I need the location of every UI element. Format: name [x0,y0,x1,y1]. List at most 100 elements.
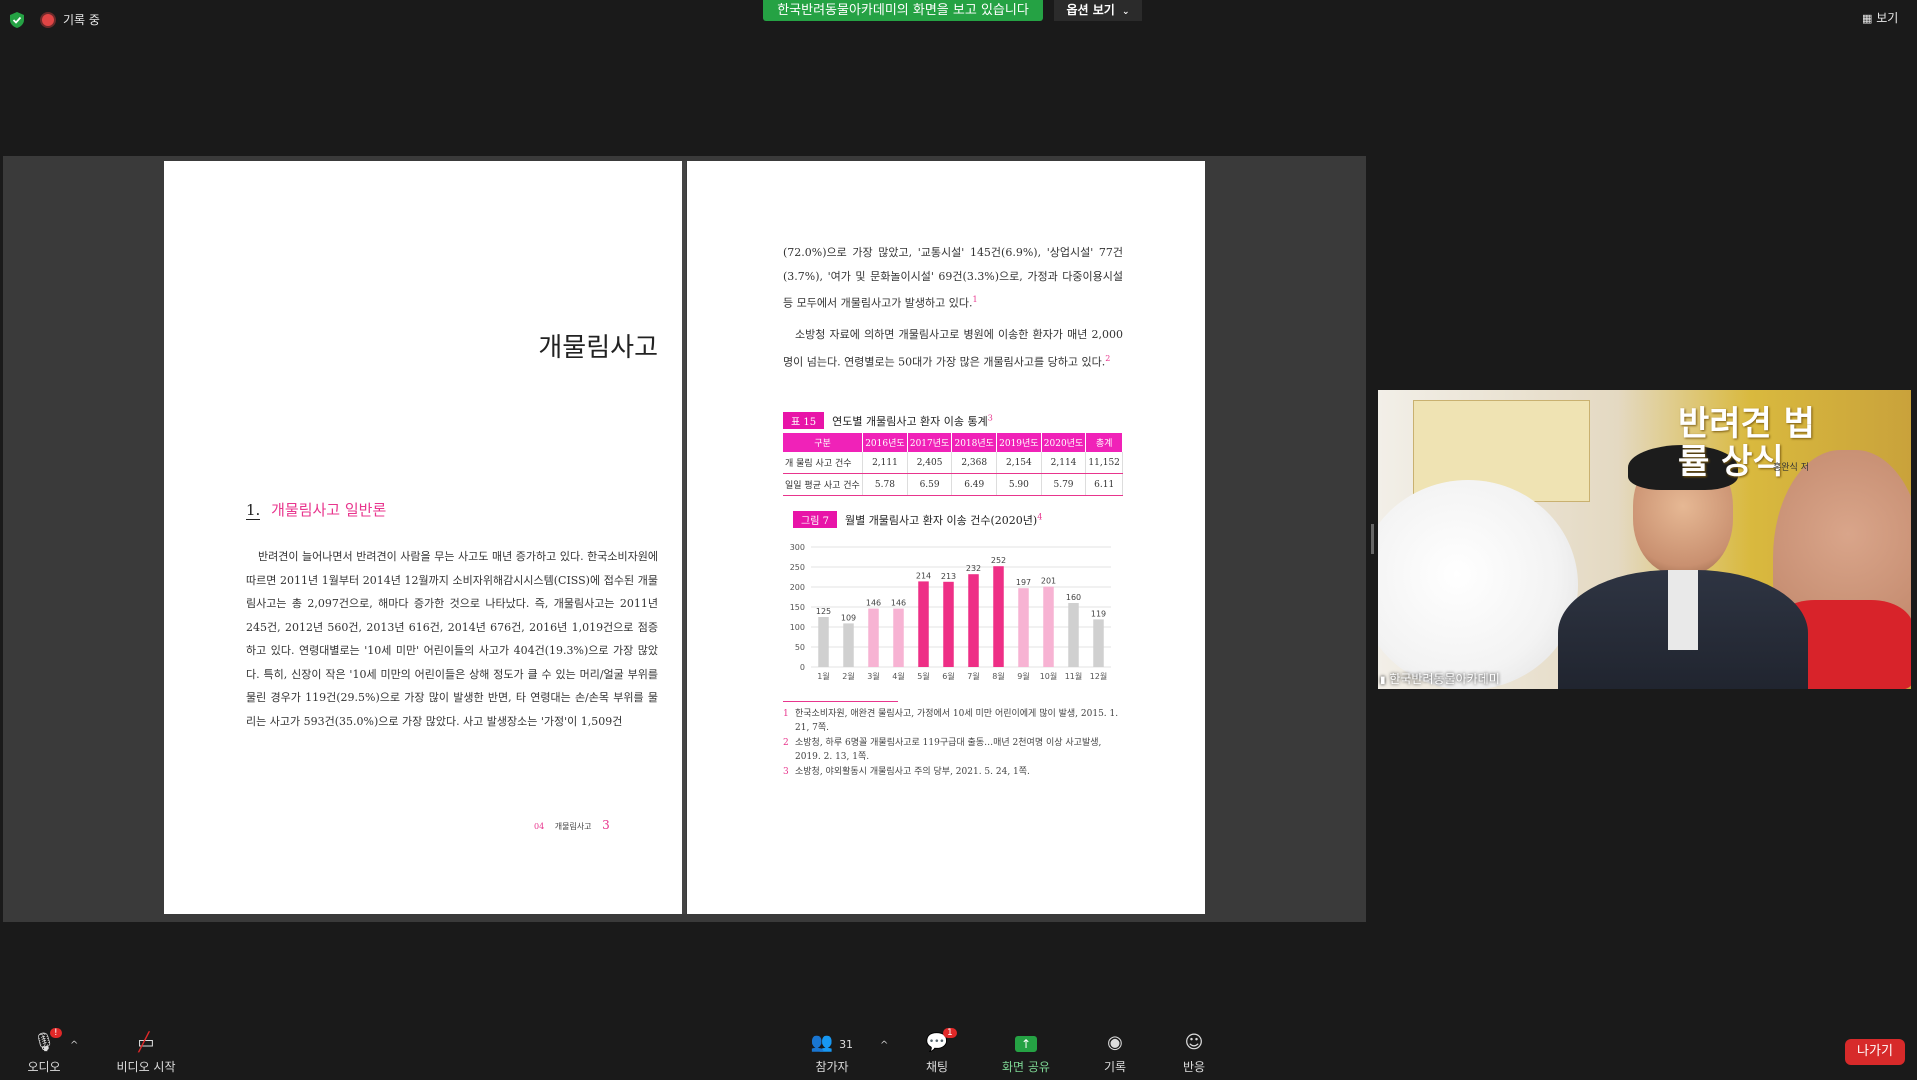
y-tick-label: 50 [795,643,805,652]
table-cell: 2,114 [1041,452,1087,474]
bar [1068,603,1079,667]
data-label: 119 [1091,609,1106,618]
table-cell: 5.78 [862,473,908,496]
figure-caption-ref: 4 [1037,512,1043,522]
recording-label: 기록 중 [63,13,100,27]
table-cell: 6.59 [907,473,953,496]
bar [993,566,1004,667]
table-row: 개 물림 사고 건수 2,111 2,405 2,368 2,154 2,114… [783,452,1123,474]
bar [968,574,979,667]
security-shield-icon[interactable] [10,12,24,28]
page-footer: 04 개물림사고 3 [534,818,610,832]
bar [1093,619,1104,667]
chat-button[interactable]: 💬 1 채팅 [897,1028,977,1075]
x-tick-label: 8월 [992,671,1004,681]
participants-icon: 👥 31 [810,1032,854,1053]
data-label: 197 [1016,578,1031,587]
table-cell: 개 물림 사고 건수 [783,452,864,474]
footnote-text: 한국소비자원, 애완견 물림사고, 가정에서 10세 미만 어린이에게 많이 발… [795,709,1119,733]
share-screen-button[interactable]: ↑ 화면 공유 [986,1032,1066,1075]
data-label: 252 [991,556,1006,565]
footnotes: 1 한국소비자원, 애완견 물림사고, 가정에서 10세 미만 어린이에게 많이 … [783,707,1123,780]
table-row: 일일 평균 사고 건수 5.78 6.59 6.49 5.90 5.79 6.1… [783,473,1123,496]
x-tick-label: 7월 [967,671,979,681]
participants-label: 참가자 [815,1060,849,1074]
view-button[interactable]: ▦ 보기 [1862,9,1898,26]
data-label: 109 [841,613,856,622]
figure-caption-text: 월별 개물림사고 환자 이송 건수(2020년) [844,514,1038,527]
x-tick-label: 6월 [942,671,954,681]
bar [843,623,854,667]
right-paragraph-2-text: 소방청 자료에 의하면 개물림사고로 병원에 이송한 환자가 매년 2,000명… [783,328,1123,369]
data-label: 125 [816,607,831,616]
table-header: 2017년도 [907,433,953,452]
data-label: 160 [1066,593,1081,602]
participant-name-label: 한국반려동물아카데미 [1389,672,1500,686]
view-options-button[interactable]: 옵션 보기 ⌄ [1054,0,1142,21]
audio-warning-badge: ! [50,1028,62,1038]
y-tick-label: 250 [790,563,805,572]
right-paragraph-2: 소방청 자료에 의하면 개물림사고로 병원에 이송한 환자가 매년 2,000명… [783,323,1123,374]
book-page-left: 개물림사고 1. 개물림사고 일반론 반려견이 늘어나면서 반려견이 사람을 무… [164,161,682,914]
grid-icon: ▦ [1862,12,1873,25]
reactions-label: 반응 [1182,1060,1206,1074]
bar [893,608,904,667]
footer-chapter: 04 [534,822,545,831]
chat-label: 채팅 [925,1060,949,1074]
right-paragraph-1: (72.0%)으로 가장 많았고, '교통시설' 145건(6.9%), '상업… [783,241,1123,315]
table-caption-ref: 3 [987,413,993,423]
figure-tag: 그림 7 [793,511,837,528]
table-header: 2016년도 [862,433,908,452]
x-tick-label: 12월 [1090,671,1108,681]
share-screen-icon: ↑ [986,1032,1066,1054]
bar [918,581,929,667]
audio-button[interactable]: 🎙! 오디오 [4,1028,84,1075]
figure-caption: 그림 7 월별 개물림사고 환자 이송 건수(2020년)4 [793,511,1042,528]
x-tick-label: 9월 [1017,671,1029,681]
webcam-video[interactable]: 반려견 법률 상식 홍완식 저 [1378,390,1911,689]
table-cell: 2,154 [996,452,1042,474]
table-cell: 11,152 [1085,452,1123,474]
footnote-number: 1 [783,709,789,719]
left-body-text: 반려견이 늘어나면서 반려견이 사람을 무는 사고도 매년 증가하고 있다. 한… [246,550,658,728]
y-tick-label: 300 [790,543,805,552]
participants-count: 31 [839,1038,854,1051]
x-tick-label: 11월 [1065,671,1083,681]
bar [1043,586,1054,667]
record-button[interactable]: ◉ 기록 [1075,1032,1155,1075]
table-header: 2020년도 [1041,433,1087,452]
y-tick-label: 100 [790,623,805,632]
footnote: 2 소방청, 하루 6명꼴 개물림사고로 119구급대 출동…매년 2천여명 이상… [783,736,1123,764]
table-caption: 표 15 연도별 개물림사고 환자 이송 통계3 [783,412,993,429]
participants-button[interactable]: 👥 31 참가자 [792,1032,872,1075]
view-button-label: 보기 [1876,11,1899,25]
reactions-button[interactable]: ☺ 반응 [1154,1032,1234,1075]
footnote: 1 한국소비자원, 애완견 물림사고, 가정에서 10세 미만 어린이에게 많이 … [783,707,1123,735]
table-header: 2018년도 [951,433,998,452]
video-off-icon: ▭ ╱ [137,1032,155,1053]
table-header: 2019년도 [996,433,1042,452]
screen-share-banner: 한국반려동물아카데미의 화면을 보고 있습니다 [763,0,1043,21]
section-number: 1. [246,501,261,520]
panel-resize-handle[interactable] [1371,524,1374,554]
table-header-row: 구분 2016년도 2017년도 2018년도 2019년도 2020년도 총계 [783,433,1123,452]
start-video-button[interactable]: ▭ ╱ 비디오 시작 [96,1032,196,1075]
table-caption-text: 연도별 개물림사고 환자 이송 통계 [832,415,988,428]
section-title: 개물림사고 일반론 [271,501,387,519]
data-label: 214 [916,571,931,580]
table-cell: 6.11 [1085,473,1123,496]
footnote-text: 소방청, 야외활동시 개물림사고 주의 당부, 2021. 5. 24, 1쪽. [795,767,1030,777]
share-label: 화면 공유 [1002,1060,1050,1074]
video-label: 비디오 시작 [116,1060,176,1074]
bar [818,617,829,667]
x-tick-label: 1월 [817,671,829,681]
audio-label: 오디오 [27,1060,61,1074]
table-tag: 표 15 [783,412,825,429]
footer-title: 개물림사고 [554,822,592,831]
x-tick-label: 4월 [892,671,904,681]
audio-options-caret[interactable]: ^ [70,1040,78,1051]
data-label: 232 [966,564,981,573]
participants-options-caret[interactable]: ^ [880,1040,888,1051]
leave-button[interactable]: 나가기 [1845,1039,1905,1065]
footnote-text: 소방청, 하루 6명꼴 개물림사고로 119구급대 출동…매년 2천여명 이상 … [795,738,1102,762]
